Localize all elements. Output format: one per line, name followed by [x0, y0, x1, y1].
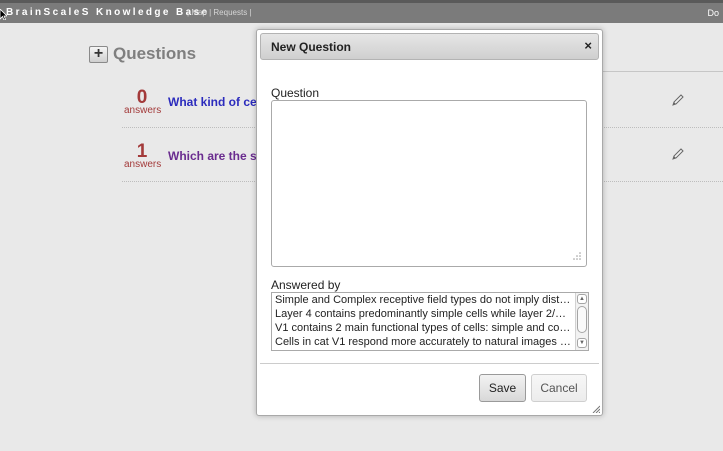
brand-title[interactable]: BrainScaleS Knowledge Base [6, 7, 210, 18]
questions-header: + Questions [89, 44, 196, 64]
scroll-down-icon[interactable]: ▼ [577, 338, 587, 348]
answered-by-listbox[interactable]: Simple and Complex receptive field types… [271, 292, 589, 351]
dialog-footer-divider [260, 363, 599, 364]
list-item[interactable]: Layer 4 contains predominantly simple ce… [272, 307, 588, 321]
answer-count: 0 answers [124, 87, 162, 116]
header-divider [603, 71, 723, 72]
dialog-resize-icon[interactable] [592, 405, 600, 413]
listbox-scrollbar[interactable]: ▲ ▼ [575, 293, 588, 350]
cancel-button[interactable]: Cancel [531, 374, 587, 402]
answered-by-label: Answered by [271, 278, 341, 292]
top-nav: | Map | Requests | [187, 8, 252, 17]
dialog-titlebar[interactable]: New Question × [260, 33, 599, 60]
plus-icon: + [93, 44, 104, 62]
save-button[interactable]: Save [479, 374, 526, 402]
nav-link-requests[interactable]: Requests [213, 8, 247, 17]
close-icon[interactable]: × [584, 38, 592, 53]
list-item[interactable]: Cells in cat V1 respond more accurately … [272, 335, 588, 349]
resize-grip-icon[interactable] [570, 249, 582, 261]
pencil-icon[interactable] [671, 147, 685, 161]
nav-link-map[interactable]: Map [191, 8, 207, 17]
answer-count-label: answers [124, 105, 162, 116]
question-label: Question [271, 86, 320, 100]
add-question-button[interactable]: + [89, 44, 108, 63]
scrollbar-thumb[interactable] [577, 306, 587, 333]
top-right-link[interactable]: Do [707, 8, 719, 18]
answer-count-number: 1 [136, 141, 148, 162]
scroll-up-icon[interactable]: ▲ [577, 294, 587, 304]
page-title: Questions [113, 44, 197, 63]
list-item[interactable]: Simple and Complex receptive field types… [272, 293, 588, 307]
top-bar: BrainScaleS Knowledge Base | Map | Reque… [0, 0, 723, 23]
pencil-icon[interactable] [671, 93, 685, 107]
dialog-title: New Question [271, 40, 352, 54]
answer-count-number: 0 [136, 87, 148, 108]
question-link[interactable]: Which are the st [168, 149, 261, 163]
new-question-dialog: New Question × Question Answered by Simp… [256, 29, 603, 416]
question-textarea[interactable] [271, 100, 587, 267]
answer-count: 1 answers [124, 141, 162, 170]
answer-count-label: answers [124, 159, 162, 170]
list-item[interactable]: V1 contains 2 main functional types of c… [272, 321, 588, 335]
question-link[interactable]: What kind of cel [168, 95, 260, 109]
